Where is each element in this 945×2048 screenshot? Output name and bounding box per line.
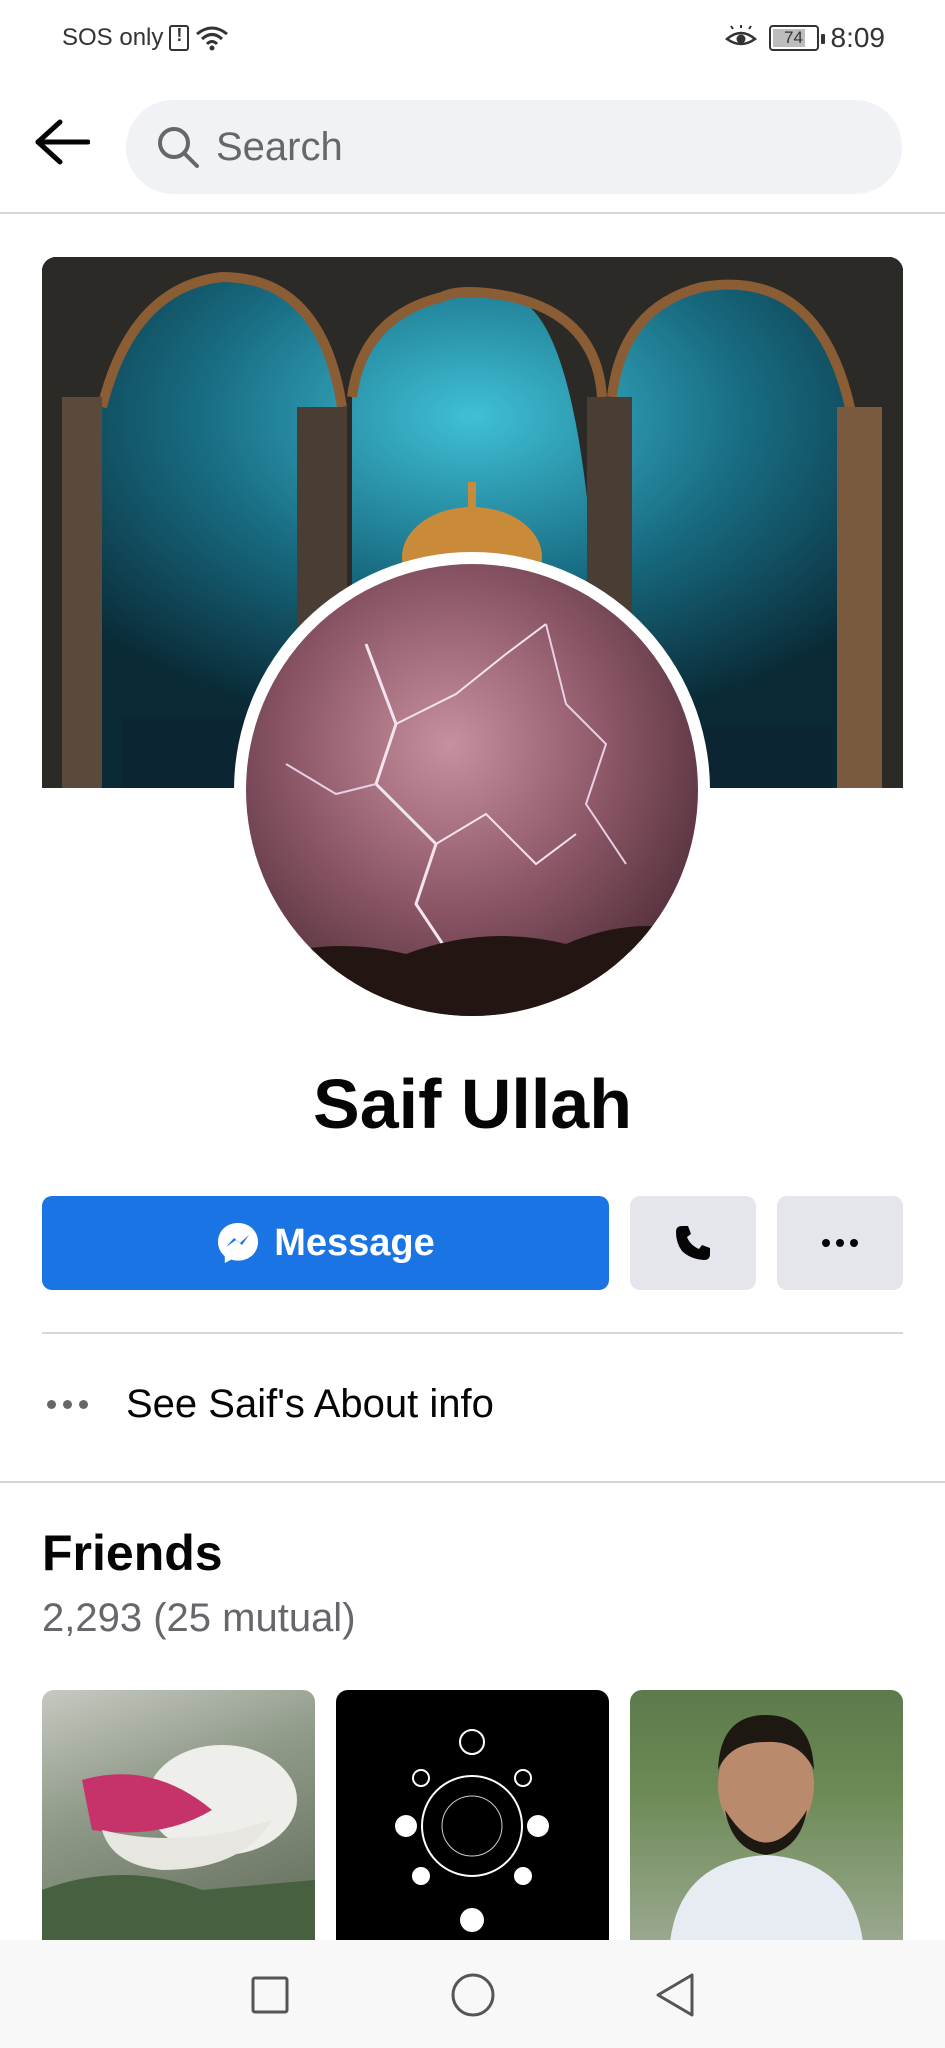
search-box[interactable] (126, 100, 902, 194)
system-nav-bar (0, 1940, 945, 2048)
about-dots-icon (42, 1399, 126, 1409)
friend-photo (395, 1729, 549, 1932)
carrier-text: SOS only (62, 24, 164, 51)
phone-icon (676, 1226, 710, 1260)
friend-thumbnail[interactable] (336, 1690, 609, 1942)
status-bar: SOS only 74 8:09 (0, 0, 945, 80)
message-button[interactable]: Message (42, 1196, 609, 1290)
divider (42, 1332, 903, 1334)
profile-name: Saif Ullah (313, 1065, 632, 1143)
arrow-left-icon (35, 119, 90, 165)
clock: 8:09 (830, 22, 886, 53)
friends-title[interactable]: Friends (42, 1524, 223, 1582)
message-button-label: Message (274, 1221, 435, 1264)
wifi-icon (196, 26, 229, 51)
top-nav (0, 80, 945, 214)
square-icon (251, 1976, 289, 2014)
search-icon (158, 127, 199, 168)
search-input[interactable] (216, 124, 876, 170)
circle-icon (451, 1973, 495, 2017)
battery-icon: 74 (768, 25, 825, 51)
friends-count: 2,293 (25 mutual) (42, 1596, 356, 1640)
home-button[interactable] (448, 1970, 498, 2020)
friend-photo (670, 1715, 863, 1942)
recent-apps-button[interactable] (245, 1970, 295, 2020)
status-left: SOS only (62, 24, 229, 52)
about-info-label: See Saif's About info (126, 1381, 494, 1426)
profile-picture-image (246, 564, 698, 1016)
friend-thumbnail[interactable] (630, 1690, 903, 1942)
messenger-icon (218, 1223, 259, 1263)
triangle-back-icon (656, 1973, 694, 2017)
more-button[interactable] (777, 1196, 903, 1290)
profile-picture[interactable] (234, 552, 710, 1028)
more-dots-icon (822, 1239, 858, 1247)
call-button[interactable] (630, 1196, 756, 1290)
back-nav-button[interactable] (650, 1970, 700, 2020)
friend-photo (42, 1745, 315, 1942)
battery-level: 74 (784, 28, 803, 47)
section-divider (0, 1481, 945, 1483)
sim-alert-icon (169, 25, 190, 51)
status-right: 74 8:09 (724, 22, 886, 54)
back-button[interactable] (30, 110, 94, 174)
eye-comfort-icon (724, 25, 757, 46)
friend-thumbnail[interactable] (42, 1690, 315, 1942)
about-info-link[interactable]: See Saif's About info (42, 1366, 903, 1442)
